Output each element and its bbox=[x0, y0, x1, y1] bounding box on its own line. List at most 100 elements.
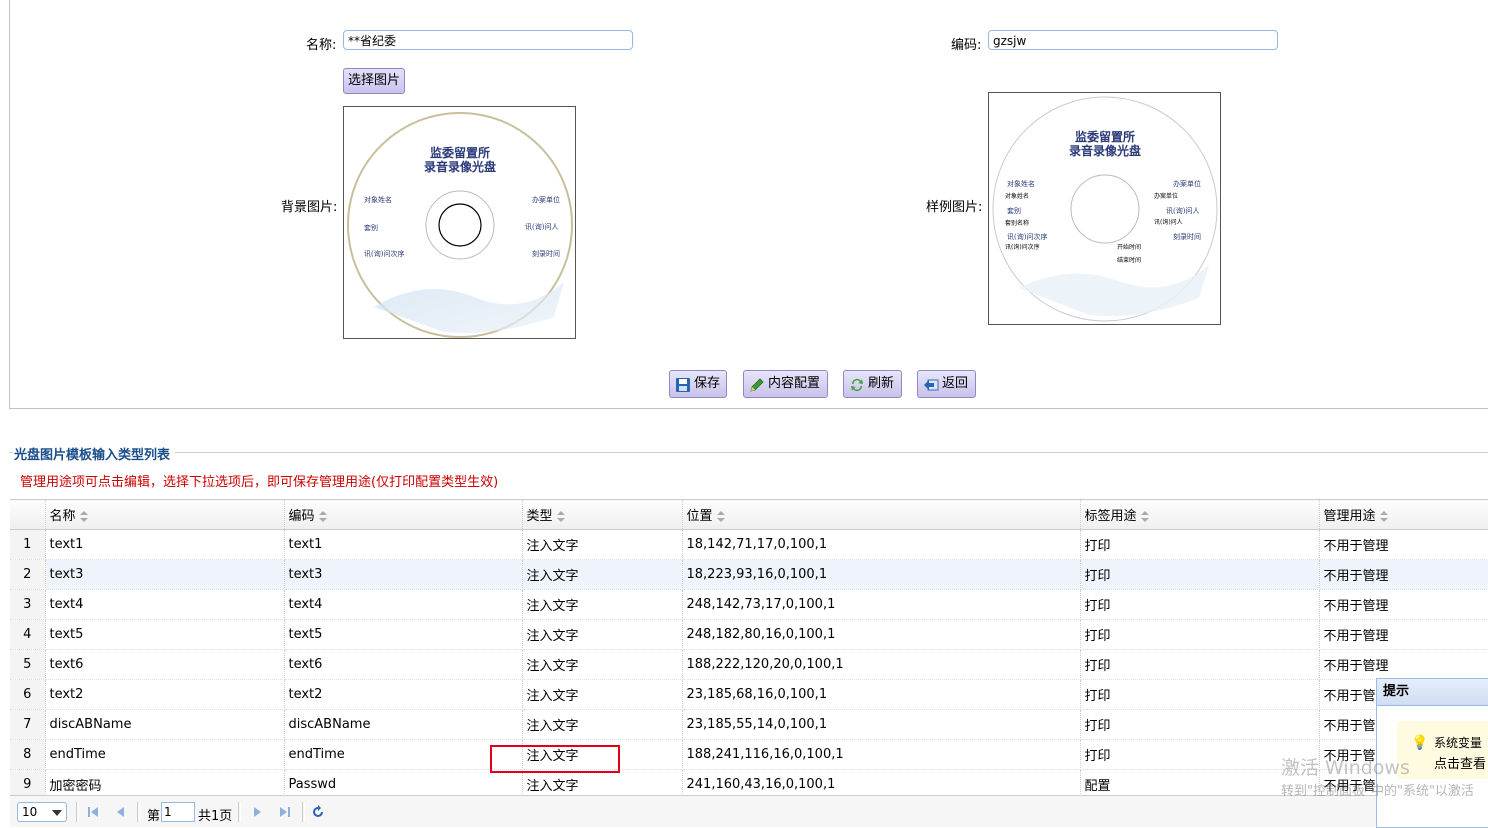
cell-type: 注入文字 bbox=[522, 709, 683, 740]
table-row[interactable]: 4 text5 text5 注入文字 248,182,80,16,0,100,1… bbox=[10, 619, 1488, 650]
column-header-tag-usage[interactable]: 标签用途 bbox=[1080, 499, 1320, 530]
sample-field: 办案单位 bbox=[1154, 192, 1178, 200]
content-config-button-label: 内容配置 bbox=[768, 376, 821, 391]
table-row[interactable]: 1 text1 text1 注入文字 18,142,71,17,0,100,1 … bbox=[10, 529, 1488, 560]
cell-code: text5 bbox=[284, 619, 523, 650]
cell-mgmt-usage[interactable]: 不用于管理 bbox=[1319, 649, 1488, 680]
column-header-label: 管理用途 bbox=[1323, 509, 1376, 524]
column-header-code[interactable]: 编码 bbox=[284, 499, 523, 530]
cell-type: 注入文字 bbox=[522, 529, 683, 560]
cell-position: 23,185,55,14,0,100,1 bbox=[682, 709, 1081, 740]
cell-position: 188,222,120,20,0,100,1 bbox=[682, 649, 1081, 680]
save-button[interactable]: 保存 bbox=[669, 370, 727, 398]
disc-title-line2: 录音录像光盘 bbox=[424, 159, 496, 174]
page-size-value: 10 bbox=[22, 805, 38, 819]
cell-mgmt-usage[interactable]: 不用于管理 bbox=[1319, 619, 1488, 650]
popup-title: 提示 bbox=[1377, 679, 1488, 706]
last-page-icon[interactable] bbox=[278, 805, 292, 819]
popup-view-link[interactable]: 点击查看 bbox=[1434, 753, 1486, 772]
usage-notice: 管理用途项可点击编辑，选择下拉选项后，即可保存管理用途(仅打印配置类型生效) bbox=[20, 475, 499, 490]
cell-tag-usage: 打印 bbox=[1080, 619, 1320, 650]
cell-mgmt-usage[interactable]: 不用于管理 bbox=[1319, 559, 1488, 590]
cell-name: text2 bbox=[45, 679, 285, 710]
cell-tag-usage: 打印 bbox=[1080, 649, 1320, 680]
disc-field: 对象姓名 bbox=[364, 195, 392, 204]
sample-title-line2: 录音录像光盘 bbox=[1069, 143, 1141, 158]
sample-field: 讯(询)问次序 bbox=[1007, 232, 1047, 241]
back-button[interactable]: 返回 bbox=[917, 370, 976, 398]
cell-type: 注入文字 bbox=[522, 559, 683, 590]
background-image-preview[interactable]: 监委留置所 录音录像光盘 对象姓名 套别 讯(询)问次序 办案单位 讯(询)问人… bbox=[343, 106, 576, 339]
table-row[interactable]: 6 text2 text2 注入文字 23,185,68,16,0,100,1 … bbox=[10, 679, 1488, 710]
row-number: 6 bbox=[10, 679, 46, 710]
cell-position: 248,182,80,16,0,100,1 bbox=[682, 619, 1081, 650]
disc-field: 讯(询)问人 bbox=[525, 222, 558, 231]
select-image-button[interactable]: 选择图片 bbox=[343, 68, 405, 94]
lightbulb-icon: 💡 bbox=[1411, 735, 1429, 751]
sample-field: 套别名称 bbox=[1005, 219, 1029, 227]
first-page-icon[interactable] bbox=[86, 805, 100, 819]
column-header-label: 编码 bbox=[288, 509, 315, 524]
legend-divider bbox=[175, 452, 1488, 453]
table-row[interactable]: 3 text4 text4 注入文字 248,142,73,17,0,100,1… bbox=[10, 589, 1488, 620]
cell-name: text1 bbox=[45, 529, 285, 560]
sample-title-line1: 监委留置所 bbox=[1075, 129, 1135, 144]
highlight-box bbox=[490, 745, 620, 773]
table-row[interactable]: 2 text3 text3 注入文字 18,223,93,16,0,100,1 … bbox=[10, 559, 1488, 590]
page-size-select[interactable]: 10 bbox=[17, 802, 67, 822]
cell-code: text6 bbox=[284, 649, 523, 680]
sample-field: 开始时间 bbox=[1117, 243, 1141, 251]
input-type-grid: 名称 编码 类型 位置 标签用途 管理用途 1 text1 text1 注入文字… bbox=[10, 499, 1488, 800]
content-config-button[interactable]: 内容配置 bbox=[743, 370, 828, 398]
cell-code: text2 bbox=[284, 679, 523, 710]
cell-position: 248,142,73,17,0,100,1 bbox=[682, 589, 1081, 620]
previous-page-icon[interactable] bbox=[114, 805, 128, 819]
sample-field: 讯(询)问人 bbox=[1166, 206, 1199, 215]
reload-icon[interactable] bbox=[311, 805, 325, 819]
sample-image-label: 样例图片: bbox=[926, 200, 983, 215]
row-number: 2 bbox=[10, 559, 46, 590]
refresh-button[interactable]: 刷新 bbox=[843, 370, 902, 398]
table-row[interactable]: 8 endTime endTime 注入文字 188,241,116,16,0,… bbox=[10, 739, 1488, 770]
code-input[interactable]: gzsjw bbox=[988, 30, 1278, 50]
cell-tag-usage: 打印 bbox=[1080, 589, 1320, 620]
column-header-type[interactable]: 类型 bbox=[522, 499, 683, 530]
sample-image-preview: 监委留置所 录音录像光盘 对象姓名 对象姓名 套别 套别名称 讯(询)问次序 讯… bbox=[988, 92, 1221, 325]
column-header-position[interactable]: 位置 bbox=[682, 499, 1081, 530]
pager-divider bbox=[302, 802, 305, 822]
column-header-label: 位置 bbox=[686, 509, 713, 524]
sample-field: 结束时间 bbox=[1117, 256, 1141, 264]
name-input[interactable]: **省纪委 bbox=[343, 30, 633, 50]
disc-background-image: 监委留置所 录音录像光盘 对象姓名 套别 讯(询)问次序 办案单位 讯(询)问人… bbox=[347, 112, 573, 338]
cell-name: text3 bbox=[45, 559, 285, 590]
cell-mgmt-usage[interactable]: 不用于管理 bbox=[1319, 529, 1488, 560]
save-button-label: 保存 bbox=[694, 376, 721, 391]
row-number-header bbox=[10, 499, 46, 530]
cell-name: text5 bbox=[45, 619, 285, 650]
chevron-down-icon bbox=[52, 810, 62, 816]
back-arrow-icon bbox=[924, 379, 939, 391]
sample-field: 办案单位 bbox=[1173, 179, 1201, 188]
pencil-icon bbox=[750, 378, 764, 392]
cell-code: text4 bbox=[284, 589, 523, 620]
disc-sample-image: 监委留置所 录音录像光盘 对象姓名 对象姓名 套别 套别名称 讯(询)问次序 讯… bbox=[992, 96, 1218, 322]
cell-mgmt-usage[interactable]: 不用于管理 bbox=[1319, 589, 1488, 620]
table-row[interactable]: 5 text6 text6 注入文字 188,222,120,20,0,100,… bbox=[10, 649, 1488, 680]
cell-type: 注入文字 bbox=[522, 619, 683, 650]
column-header-name[interactable]: 名称 bbox=[45, 499, 285, 530]
row-number: 1 bbox=[10, 529, 46, 560]
cell-code: discABName bbox=[284, 709, 523, 740]
pager-divider bbox=[137, 802, 140, 822]
next-page-icon[interactable] bbox=[250, 805, 264, 819]
page-prefix-label: 第 bbox=[147, 809, 161, 824]
cell-tag-usage: 打印 bbox=[1080, 559, 1320, 590]
disc-field: 刻录时间 bbox=[532, 249, 560, 258]
page-number-input[interactable]: 1 bbox=[161, 802, 195, 822]
column-header-mgmt-usage[interactable]: 管理用途 bbox=[1319, 499, 1488, 530]
name-label: 名称: bbox=[306, 38, 337, 53]
sample-field: 讯(询)问人 bbox=[1154, 218, 1183, 226]
sample-field: 套别 bbox=[1007, 206, 1021, 215]
cell-name: endTime bbox=[45, 739, 285, 770]
table-row[interactable]: 7 discABName discABName 注入文字 23,185,55,1… bbox=[10, 709, 1488, 740]
row-number: 7 bbox=[10, 709, 46, 740]
